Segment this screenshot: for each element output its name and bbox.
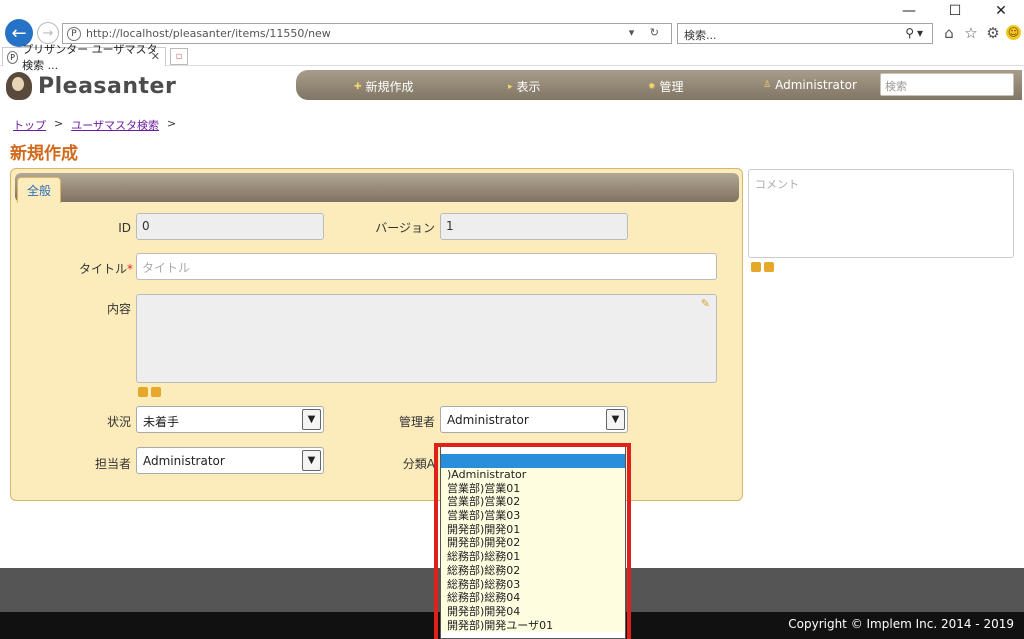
browser-tab-strip: P プリザンター ユーザマスタ検索 ... ✕ ▫: [0, 43, 1024, 72]
manager-value: Administrator: [447, 413, 529, 427]
body-label: 内容: [106, 302, 131, 316]
arrow-right-icon: →: [42, 25, 54, 41]
browser-chrome: — ☐ ✕ ← → P http://localhost/pleasanter/…: [0, 0, 1024, 72]
pleasanter-bird-icon: [6, 72, 32, 100]
class-a-label: 分類A: [402, 457, 435, 471]
manager-select[interactable]: Administrator ▼: [440, 406, 628, 433]
tab-title: プリザンター ユーザマスタ検索 ...: [22, 43, 158, 72]
feedback-smiley-icon[interactable]: ☺: [1006, 25, 1021, 40]
breadcrumb-separator: >: [54, 117, 64, 130]
nav-search-input[interactable]: 検索: [880, 73, 1014, 96]
owner-label: 担当者: [94, 457, 131, 471]
chevron-down-icon: ▼: [606, 409, 625, 430]
breadcrumb-top-link[interactable]: トップ: [13, 117, 46, 133]
window-controls: — ☐ ✕: [886, 0, 1024, 22]
triangle-right-icon: ▸: [508, 81, 513, 92]
nav-new-label: 新規作成: [365, 80, 414, 94]
logo-text: Pleasanter: [38, 73, 177, 99]
main-nav: ✚ 新規作成 ▸ 表示 ✹ 管理 ♙ Administrator 検索: [296, 70, 1022, 100]
browser-tab[interactable]: P プリザンター ユーザマスタ検索 ... ✕: [2, 43, 166, 72]
nav-user-label: Administrator: [775, 78, 857, 92]
search-icon[interactable]: ⚲▾: [905, 26, 926, 40]
breadcrumb-separator: >: [167, 117, 177, 130]
maximize-icon[interactable]: ☐: [932, 0, 978, 22]
nav-manage-label: 管理: [659, 80, 684, 94]
home-icon[interactable]: ⌂: [940, 24, 958, 42]
site-icon: P: [67, 26, 81, 41]
site-icon: P: [7, 50, 19, 64]
comment-placeholder: コメント: [755, 178, 799, 191]
title-placeholder: タイトル: [142, 261, 191, 275]
manager-label: 管理者: [398, 415, 435, 429]
body-textarea[interactable]: ✎: [136, 294, 717, 383]
version-label: バージョン: [375, 221, 435, 235]
app-logo[interactable]: Pleasanter: [6, 72, 176, 100]
image-icon[interactable]: [138, 387, 148, 397]
file-icon[interactable]: [151, 387, 161, 397]
settings-gear-icon[interactable]: ⚙: [984, 24, 1002, 42]
page-title: 新規作成: [10, 144, 78, 164]
title-input[interactable]: タイトル: [136, 253, 717, 280]
nav-user[interactable]: ♙ Administrator: [763, 78, 857, 92]
editor-tab-bar: [15, 173, 739, 202]
nav-new[interactable]: ✚ 新規作成: [354, 78, 414, 95]
nav-view[interactable]: ▸ 表示: [508, 78, 541, 95]
address-controls[interactable]: ▾ ↻: [629, 26, 665, 39]
breadcrumb-user-search-link[interactable]: ユーザマスタ検索: [71, 117, 159, 133]
url-text: http://localhost/pleasanter/items/11550/…: [86, 27, 331, 40]
gear-icon: ✹: [648, 81, 656, 92]
nav-view-label: 表示: [516, 80, 541, 94]
required-marker: *: [127, 262, 133, 276]
plus-icon: ✚: [354, 81, 362, 92]
tab-close-icon[interactable]: ✕: [151, 50, 160, 63]
owner-value: Administrator: [143, 454, 225, 468]
status-label: 状況: [106, 415, 131, 429]
nav-manage[interactable]: ✹ 管理: [648, 78, 684, 95]
user-icon: ♙: [763, 80, 772, 90]
id-field: 0: [136, 213, 324, 240]
editor-panel: 全般 ID 0 バージョン 1 タイトル* タイトル 内容 ✎ 状況 未着手 ▼…: [10, 168, 743, 501]
favorites-star-icon[interactable]: ☆: [962, 24, 980, 42]
highlight-box: [434, 443, 631, 639]
status-select[interactable]: 未着手 ▼: [136, 406, 324, 433]
new-tab-button[interactable]: ▫: [170, 48, 188, 65]
chevron-down-icon: ▼: [302, 409, 321, 430]
browser-search-box[interactable]: 検索... ⚲▾: [677, 23, 933, 44]
minimize-icon[interactable]: —: [886, 0, 932, 22]
title-label-text: タイトル: [78, 262, 127, 276]
browser-search-placeholder: 検索...: [684, 29, 717, 42]
chevron-down-icon: ▼: [302, 450, 321, 471]
breadcrumb: トップ > ユーザマスタ検索 >: [13, 117, 176, 133]
version-field: 1: [440, 213, 628, 240]
title-label: タイトル*: [51, 260, 133, 277]
copyright-text: Copyright © Implem Inc. 2014 - 2019: [788, 617, 1014, 631]
owner-select[interactable]: Administrator ▼: [136, 447, 324, 474]
close-icon[interactable]: ✕: [978, 0, 1024, 22]
new-tab-icon: ▫: [175, 51, 183, 62]
tab-general[interactable]: 全般: [17, 177, 61, 203]
toolbar-icons: ⌂ ☆ ⚙ ☺: [940, 24, 1021, 42]
body-attachment-icons: [138, 387, 161, 397]
edit-pencil-icon[interactable]: ✎: [701, 297, 710, 310]
comment-attachment-icons: [751, 262, 774, 272]
file-icon[interactable]: [764, 262, 774, 272]
id-label: ID: [118, 221, 131, 235]
status-value: 未着手: [143, 415, 180, 429]
comment-textarea[interactable]: コメント: [748, 169, 1014, 258]
image-icon[interactable]: [751, 262, 761, 272]
